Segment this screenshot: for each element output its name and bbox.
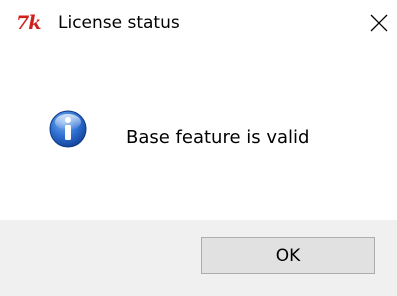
status-message: Base feature is valid	[126, 127, 310, 148]
message-area: Base feature is valid	[0, 44, 397, 220]
window-title: License status	[58, 13, 180, 33]
close-icon	[370, 14, 388, 32]
license-status-dialog: 7k License status Base feature is valid …	[0, 0, 397, 296]
info-icon	[49, 110, 87, 148]
title-bar[interactable]: 7k License status	[0, 0, 397, 44]
tk-feather-icon: 7k	[16, 12, 41, 34]
ok-button[interactable]: OK	[201, 237, 375, 274]
button-bar: OK	[0, 220, 397, 296]
close-button[interactable]	[364, 8, 394, 38]
